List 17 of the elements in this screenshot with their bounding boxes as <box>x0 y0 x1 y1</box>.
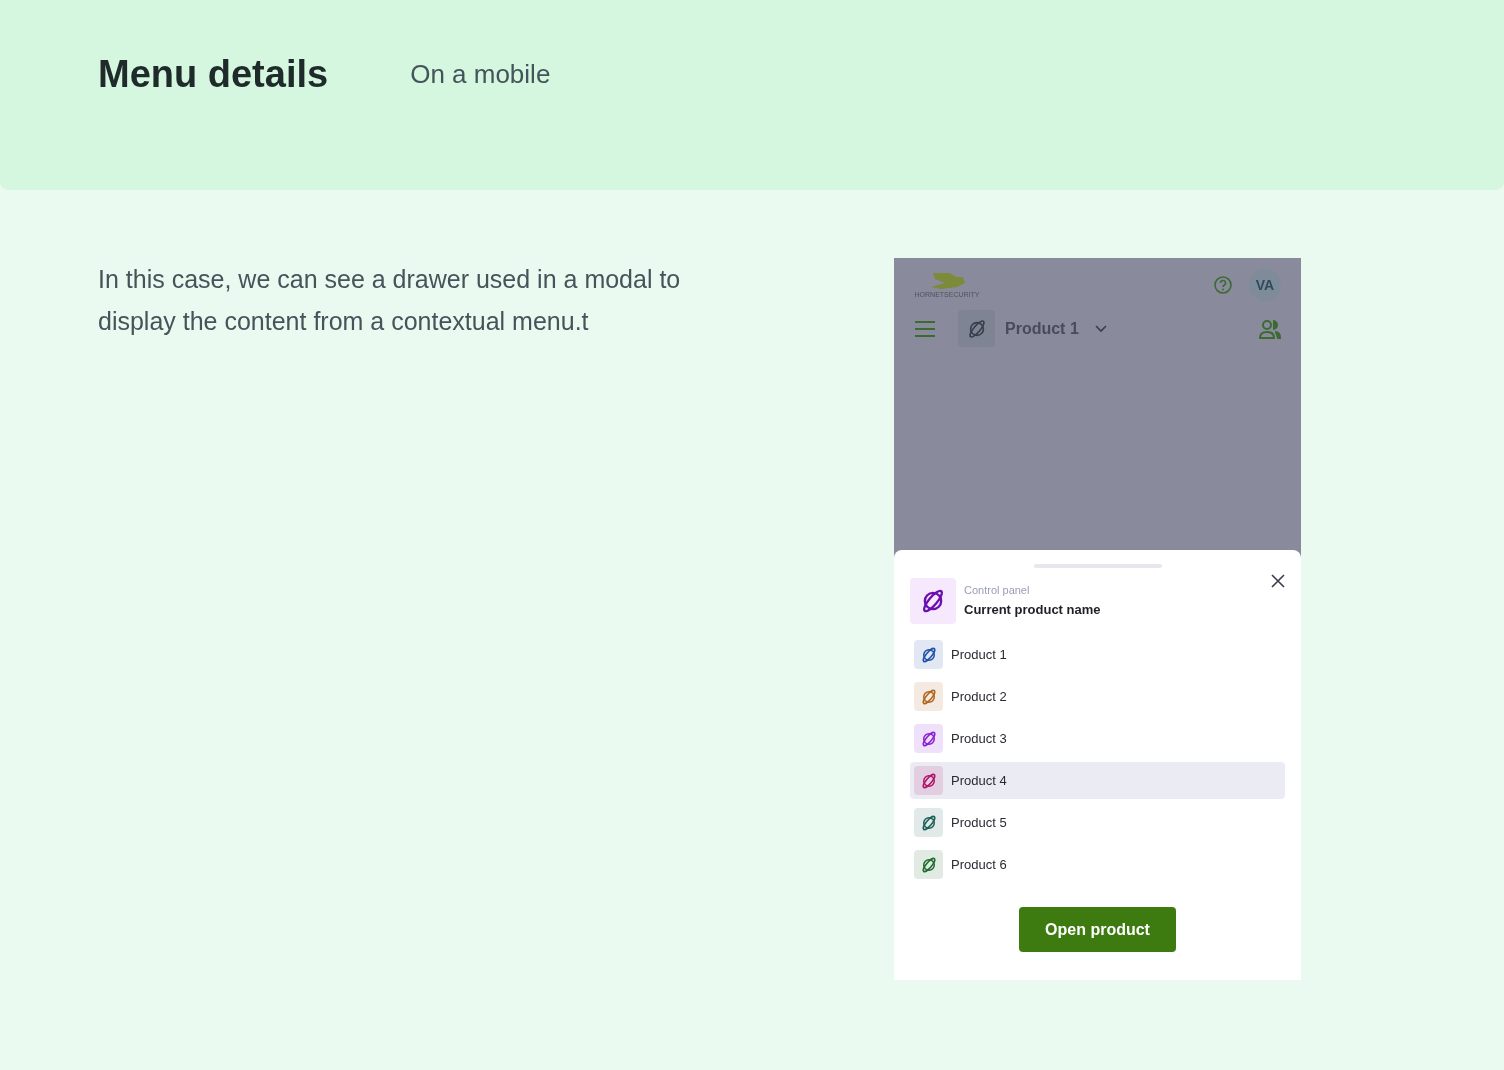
page-title: Menu details <box>98 52 329 96</box>
product-item[interactable]: Product 6 <box>910 846 1285 883</box>
menu-icon[interactable] <box>914 319 936 338</box>
close-icon[interactable] <box>1271 574 1285 588</box>
open-product-button[interactable]: Open product <box>1019 907 1176 952</box>
product-item[interactable]: Product 1 <box>910 636 1285 673</box>
page-subtitle: On a mobile <box>410 58 551 91</box>
product-item[interactable]: Product 4 <box>910 762 1285 799</box>
product-item[interactable]: Product 5 <box>910 804 1285 841</box>
product-item[interactable]: Product 3 <box>910 720 1285 757</box>
chevron-down-icon <box>1094 324 1107 333</box>
product-item[interactable]: Product 2 <box>910 678 1285 715</box>
help-icon[interactable] <box>1213 275 1233 295</box>
description-text: In this case, we can see a drawer used in a modal to display the content from a contextual menu.t <box>98 264 682 337</box>
drawer-title: Current product name <box>964 601 1101 619</box>
drawer-eyebrow: Control panel <box>964 583 1031 598</box>
users-icon[interactable] <box>1259 318 1281 339</box>
